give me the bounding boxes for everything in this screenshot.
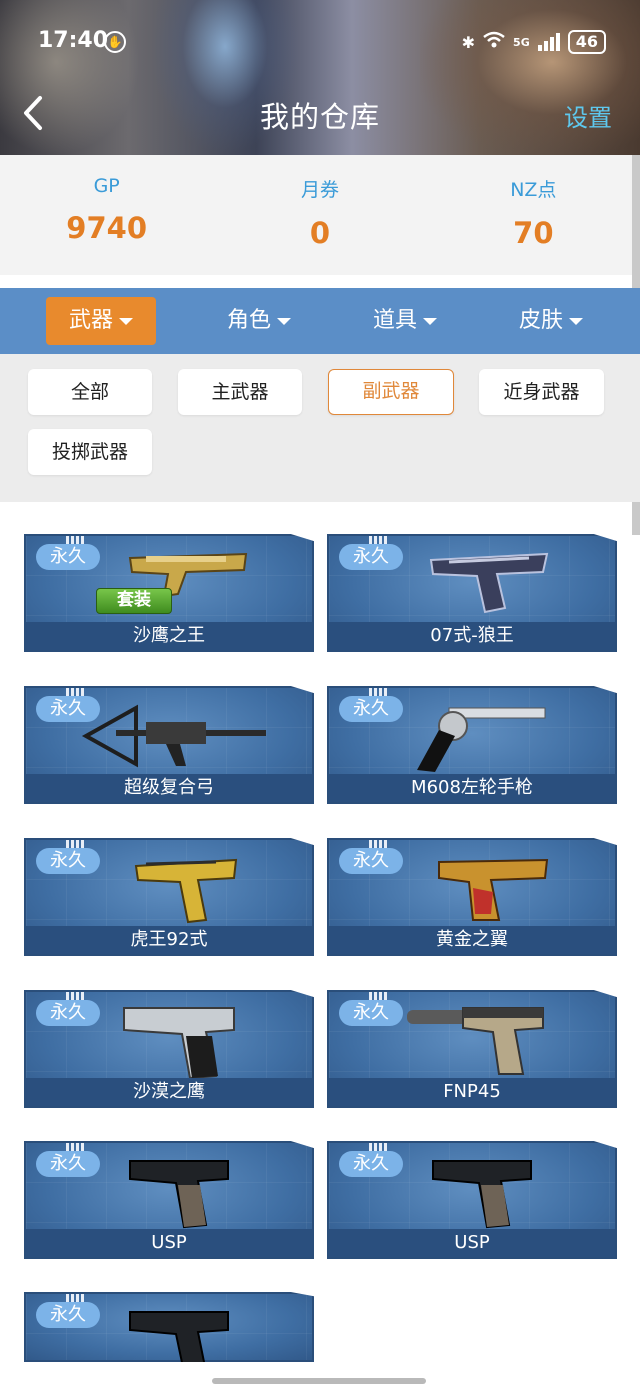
subfilter-throwing[interactable]: 投掷武器: [28, 429, 152, 475]
card-notch: [66, 992, 86, 1000]
weapon-name: 沙漠之鹰: [26, 1078, 312, 1106]
weapon-card[interactable]: 永久 M608左轮手枪: [327, 686, 617, 804]
category-tab-weapons[interactable]: 武器: [46, 297, 156, 345]
weapon-card[interactable]: 永久 超级复合弓: [24, 686, 314, 804]
usp-image: [129, 1160, 229, 1229]
card-notch: [369, 536, 389, 544]
currency-label: GP: [93, 175, 120, 197]
permanent-badge: 永久: [339, 848, 403, 874]
type07-wolf-king-image: [429, 552, 549, 614]
weapon-card[interactable]: 永久 沙漠之鹰: [24, 990, 314, 1108]
bluetooth-icon: ✱: [461, 32, 476, 52]
crossbow-image: [81, 704, 266, 768]
home-indicator[interactable]: [212, 1378, 426, 1384]
weapon-name: 沙鹰之王: [26, 622, 312, 650]
category-label: 皮肤: [518, 308, 563, 333]
currency-panel: GP 9740 月券 0 NZ点 70: [0, 155, 640, 275]
currency-label: 月券: [300, 179, 339, 201]
fnp45-image: [407, 1007, 544, 1075]
status-bar: 17:40 ✋ ✱ 5G 46: [38, 28, 606, 58]
category-label: 道具: [372, 308, 417, 333]
category-label: 角色: [226, 308, 271, 333]
card-notch: [369, 992, 389, 1000]
weapon-card[interactable]: 永久 黄金之翼: [327, 838, 617, 956]
card-notch: [66, 1143, 86, 1151]
weapon-name: M608左轮手枪: [329, 774, 615, 802]
subfilter-panel: 全部 主武器 副武器 近身武器 投掷武器: [0, 354, 640, 502]
card-notch: [369, 688, 389, 696]
subfilter-melee[interactable]: 近身武器: [479, 369, 604, 415]
weapon-name: 虎王92式: [26, 926, 312, 954]
weapon-card[interactable]: 永久 USP: [327, 1141, 617, 1259]
set-tag: 套装: [96, 588, 172, 614]
card-notch: [369, 1143, 389, 1151]
wifi-icon: [483, 31, 505, 53]
weapon-name: 黄金之翼: [329, 926, 615, 954]
settings-button[interactable]: 设置: [564, 98, 612, 133]
card-notch: [369, 840, 389, 848]
weapon-card[interactable]: 永久 FNP45: [327, 990, 617, 1108]
permanent-badge: 永久: [36, 544, 100, 570]
currency-value: 70: [513, 216, 554, 250]
card-notch: [66, 536, 86, 544]
page-title: 我的仓库: [259, 100, 380, 134]
weapon-name: USP: [26, 1229, 312, 1257]
category-tab-characters[interactable]: 角色: [204, 297, 314, 345]
currency-gp: GP 9740: [0, 155, 213, 275]
weapon-card[interactable]: 永久 USP: [24, 1141, 314, 1259]
weapon-name: 07式-狼王: [329, 622, 615, 650]
permanent-badge: 永久: [339, 696, 403, 722]
currency-monthly-voucher: 月券 0: [213, 155, 426, 275]
weapon-name: FNP45: [329, 1078, 615, 1106]
currency-nz-points: NZ点 70: [427, 155, 640, 275]
weapon-card[interactable]: 永久: [24, 1292, 314, 1362]
category-label: 武器: [68, 308, 113, 333]
chevron-down-icon: [119, 317, 133, 325]
status-icons: ✱ 5G 46: [462, 30, 606, 54]
chevron-down-icon: [569, 317, 583, 325]
subfilter-primary[interactable]: 主武器: [178, 369, 302, 415]
permanent-badge: 永久: [339, 1151, 403, 1177]
revolver-image: [417, 707, 546, 772]
category-tab-items[interactable]: 道具: [350, 297, 460, 345]
currency-value: 0: [309, 216, 331, 250]
subfilter-all[interactable]: 全部: [28, 369, 152, 415]
permanent-badge: 永久: [36, 1302, 100, 1328]
tiger-king-92-image: [134, 858, 238, 924]
permanent-badge: 永久: [339, 544, 403, 570]
weapon-card[interactable]: 永久 虎王92式: [24, 838, 314, 956]
category-bar: 武器 角色 道具 皮肤: [0, 288, 640, 354]
permanent-badge: 永久: [36, 1151, 100, 1177]
currency-label: NZ点: [510, 179, 557, 201]
permanent-badge: 永久: [339, 1000, 403, 1026]
permanent-badge: 永久: [36, 848, 100, 874]
weapon-card[interactable]: 永久 07式-狼王: [327, 534, 617, 652]
card-notch: [66, 1294, 86, 1302]
card-notch: [66, 840, 86, 848]
card-notch: [66, 688, 86, 696]
chevron-down-icon: [423, 317, 437, 325]
subfilter-secondary[interactable]: 副武器: [328, 369, 454, 415]
usp-image: [432, 1160, 532, 1229]
usp-image: [129, 1311, 229, 1362]
currency-value: 9740: [66, 211, 148, 245]
header-banner: 17:40 ✋ ✱ 5G 46 我的仓库 设置: [0, 0, 640, 155]
network-label: 5G: [513, 35, 530, 49]
chevron-down-icon: [277, 317, 291, 325]
nav-bar: 我的仓库 设置: [0, 90, 640, 136]
hand-icon: ✋: [104, 31, 126, 53]
status-time: 17:40: [38, 28, 109, 53]
category-tab-skins[interactable]: 皮肤: [496, 297, 606, 345]
weapon-card[interactable]: 永久 套装 沙鹰之王: [24, 534, 314, 652]
permanent-badge: 永久: [36, 1000, 100, 1026]
desert-eagle-image: [123, 1007, 235, 1080]
battery-icon: 46: [567, 30, 606, 54]
golden-wing-image: [438, 858, 549, 921]
weapon-name: 超级复合弓: [26, 774, 312, 802]
weapon-name: USP: [329, 1229, 615, 1257]
signal-icon: [537, 33, 560, 51]
